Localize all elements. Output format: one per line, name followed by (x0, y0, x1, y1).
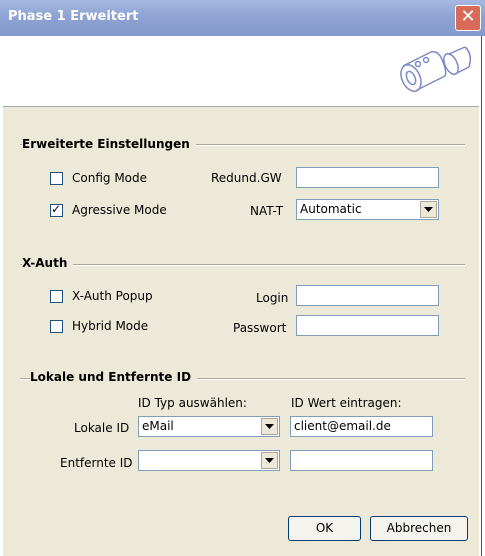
checkmark-icon: ✓ (51, 202, 62, 216)
password-label: Passwort (233, 321, 287, 335)
nat-t-select[interactable]: Automatic (296, 199, 439, 220)
password-input[interactable] (296, 315, 439, 336)
close-icon[interactable]: ✕ (455, 5, 481, 31)
header-banner (3, 36, 479, 107)
aggressive-mode-label: Agressive Mode (72, 203, 167, 217)
chevron-down-icon[interactable] (261, 418, 278, 435)
nat-t-label: NAT-T (250, 204, 284, 218)
cancel-button[interactable]: Abbrechen (370, 516, 468, 541)
local-id-label: Lokale ID (74, 421, 130, 435)
nat-t-value: Automatic (300, 202, 362, 216)
window-title: Phase 1 Erweitert (8, 9, 139, 24)
local-id-type-select[interactable]: eMail (138, 416, 280, 437)
aggressive-mode-checkbox[interactable]: ✓ (50, 202, 63, 217)
redund-gw-label: Redund.GW (211, 171, 282, 185)
config-mode-checkbox[interactable] (50, 172, 63, 185)
section-title-ids: Lokale und Entfernte ID (30, 370, 198, 384)
remote-id-value-input[interactable] (290, 450, 433, 471)
chevron-down-icon[interactable] (261, 452, 278, 469)
local-id-type-value: eMail (142, 419, 174, 433)
dialog-window: Phase 1 Erweitert ✕ Erweiterte Einstellu… (0, 0, 485, 556)
hybrid-mode-label: Hybrid Mode (72, 319, 149, 333)
redund-gw-input[interactable] (296, 167, 439, 188)
xauth-popup-checkbox[interactable] (50, 290, 63, 303)
login-label: Login (256, 291, 289, 305)
chevron-down-icon[interactable] (420, 201, 437, 218)
login-input[interactable] (296, 285, 439, 306)
local-id-value-input[interactable]: client@email.de (290, 416, 433, 437)
section-title-advanced: Erweiterte Einstellungen (22, 137, 196, 151)
title-bar[interactable]: Phase 1 Erweitert ✕ (0, 0, 485, 36)
section-divider (20, 264, 465, 266)
remote-id-label: Entfernte ID (60, 456, 133, 470)
xauth-popup-label: X-Auth Popup (72, 289, 153, 303)
id-type-column-header: ID Typ auswählen: (138, 396, 247, 410)
remote-id-type-select[interactable] (138, 450, 280, 471)
connector-logo-icon (400, 46, 472, 92)
hybrid-mode-checkbox[interactable] (50, 320, 63, 333)
config-mode-label: Config Mode (72, 171, 148, 185)
id-value-column-header: ID Wert eintragen: (291, 396, 402, 410)
section-title-xauth: X-Auth (22, 256, 74, 270)
ok-button[interactable]: OK (288, 516, 361, 541)
